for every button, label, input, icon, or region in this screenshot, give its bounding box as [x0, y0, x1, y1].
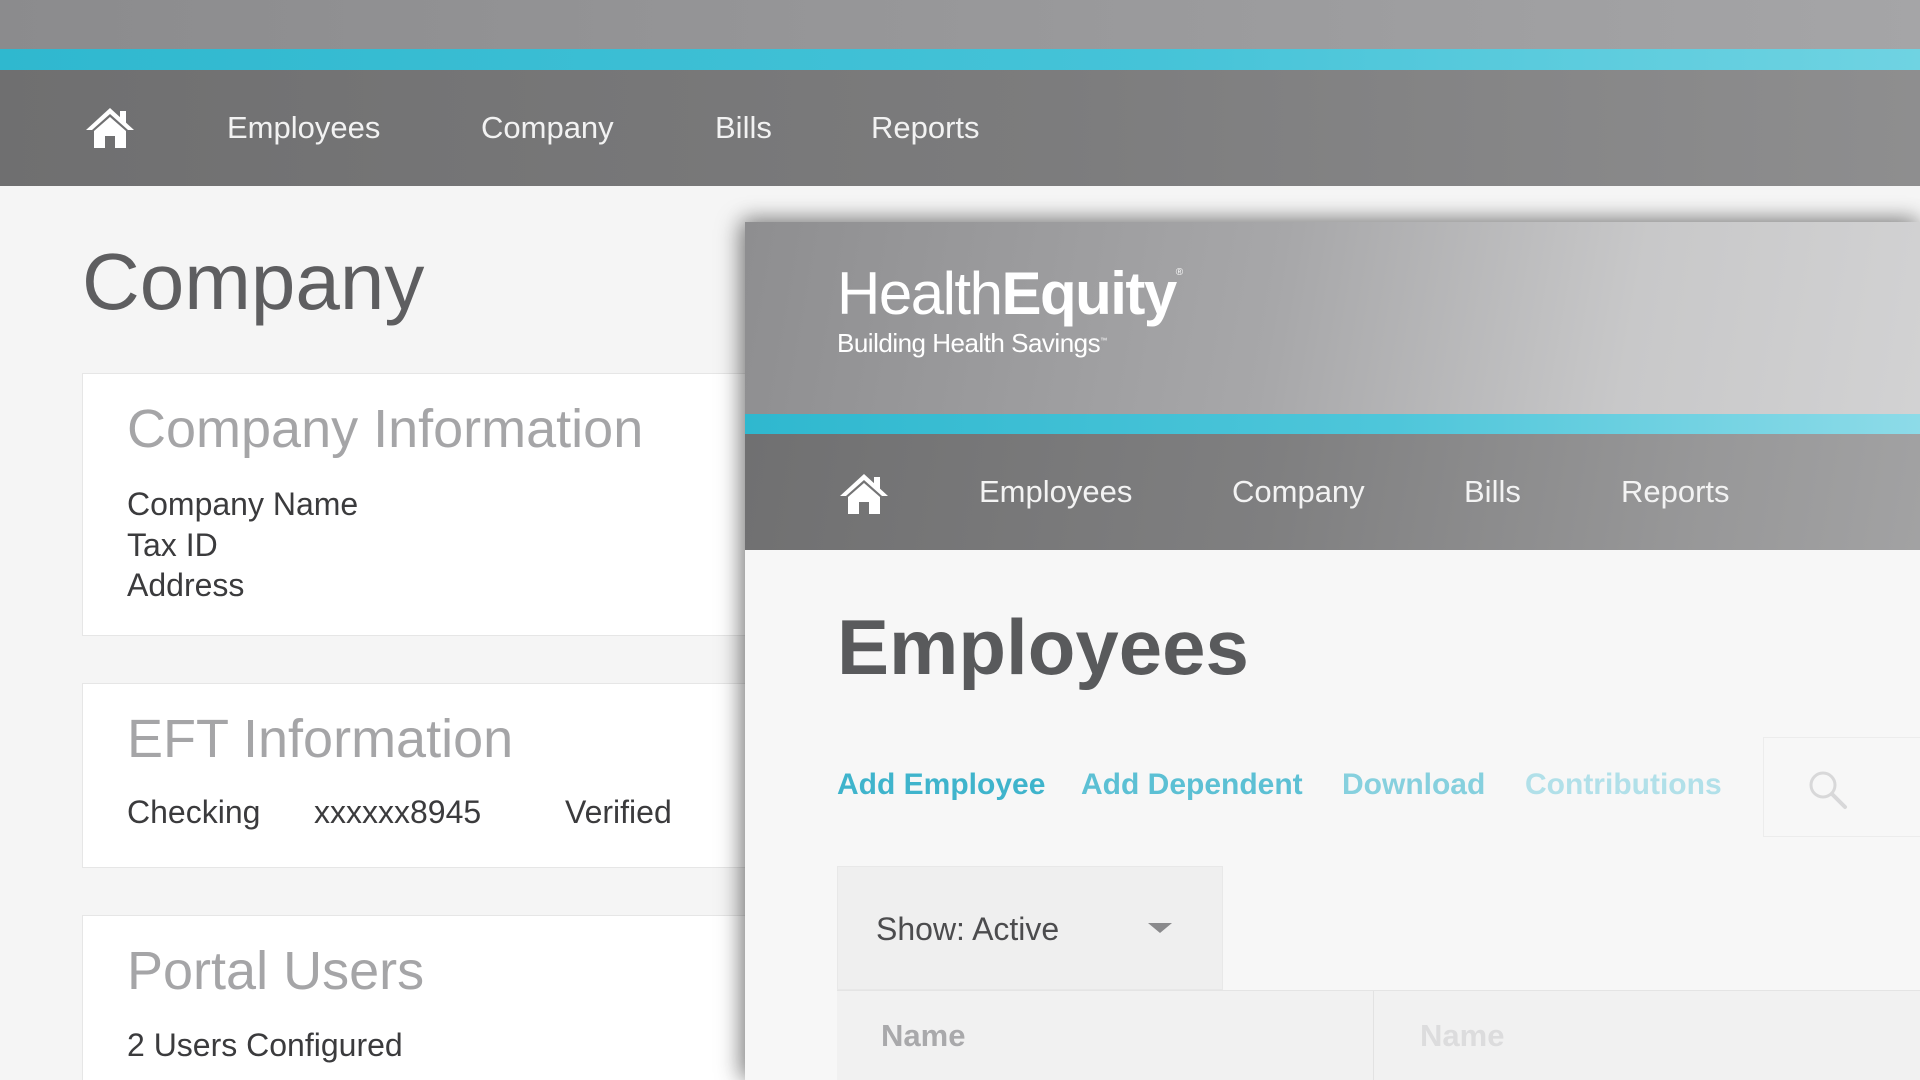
back-main-nav: Employees Company Bills Reports: [0, 70, 1920, 186]
front-nav-reports[interactable]: Reports: [1621, 434, 1730, 550]
add-employee-link[interactable]: Add Employee: [837, 768, 1045, 802]
logo-wordmark: HealthEquity®: [837, 260, 1183, 327]
back-nav-reports[interactable]: Reports: [871, 70, 980, 186]
front-accent-stripe: [745, 414, 1920, 434]
front-nav-employees[interactable]: Employees: [979, 434, 1132, 550]
portal-users-title: Portal Users: [127, 941, 425, 1001]
portal-users-card: Portal Users 2 Users Configured: [82, 915, 782, 1080]
column-divider: [1373, 991, 1374, 1080]
column-header-name[interactable]: Name: [881, 991, 965, 1080]
back-top-bar: [0, 0, 1920, 49]
column-header-name-2[interactable]: Name: [1420, 991, 1504, 1080]
company-information-title: Company Information: [127, 399, 644, 459]
back-nav-bills[interactable]: Bills: [715, 70, 772, 186]
front-main-nav: Employees Company Bills Reports: [745, 434, 1920, 550]
logo-tagline: Building Health Savings™: [837, 328, 1107, 358]
front-nav-company[interactable]: Company: [1232, 434, 1365, 550]
company-information-card: Company Information Company Name Tax ID …: [82, 373, 782, 636]
eft-status: Verified: [565, 794, 672, 830]
eft-account-number: xxxxxx8945: [314, 794, 482, 830]
front-nav-bills[interactable]: Bills: [1464, 434, 1521, 550]
address-label: Address: [127, 567, 245, 603]
search-button[interactable]: [1763, 737, 1920, 837]
eft-account-type: Checking: [127, 794, 261, 830]
front-window: HealthEquity® Building Health Savings™ E…: [745, 222, 1920, 1080]
front-header: HealthEquity® Building Health Savings™: [745, 222, 1920, 414]
home-icon[interactable]: [84, 106, 136, 150]
healthequity-logo[interactable]: HealthEquity® Building Health Savings™: [837, 260, 1183, 359]
show-status-dropdown[interactable]: Show: Active: [837, 866, 1223, 990]
logo-word-bold: Equity: [1001, 260, 1177, 327]
back-page-title: Company: [82, 237, 425, 326]
company-name-label: Company Name: [127, 486, 359, 522]
logo-word-light: Health: [837, 260, 1003, 327]
home-icon[interactable]: [838, 472, 890, 516]
back-accent-stripe: [0, 49, 1920, 70]
tax-id-label: Tax ID: [127, 527, 218, 563]
front-page-title: Employees: [837, 603, 1249, 691]
eft-information-title: EFT Information: [127, 709, 514, 769]
search-icon: [1809, 771, 1847, 809]
show-status-value: Show: Active: [876, 911, 1060, 947]
contributions-link[interactable]: Contributions: [1525, 768, 1722, 802]
add-dependent-link[interactable]: Add Dependent: [1081, 768, 1303, 802]
chevron-down-icon: [1148, 923, 1172, 933]
employees-table-header: Name Name: [837, 990, 1920, 1080]
portal-users-summary: 2 Users Configured: [127, 1027, 403, 1063]
back-nav-employees[interactable]: Employees: [227, 70, 380, 186]
eft-information-card: EFT Information Checking xxxxxx8945 Veri…: [82, 683, 782, 868]
back-nav-company[interactable]: Company: [481, 70, 614, 186]
download-link[interactable]: Download: [1342, 768, 1485, 802]
